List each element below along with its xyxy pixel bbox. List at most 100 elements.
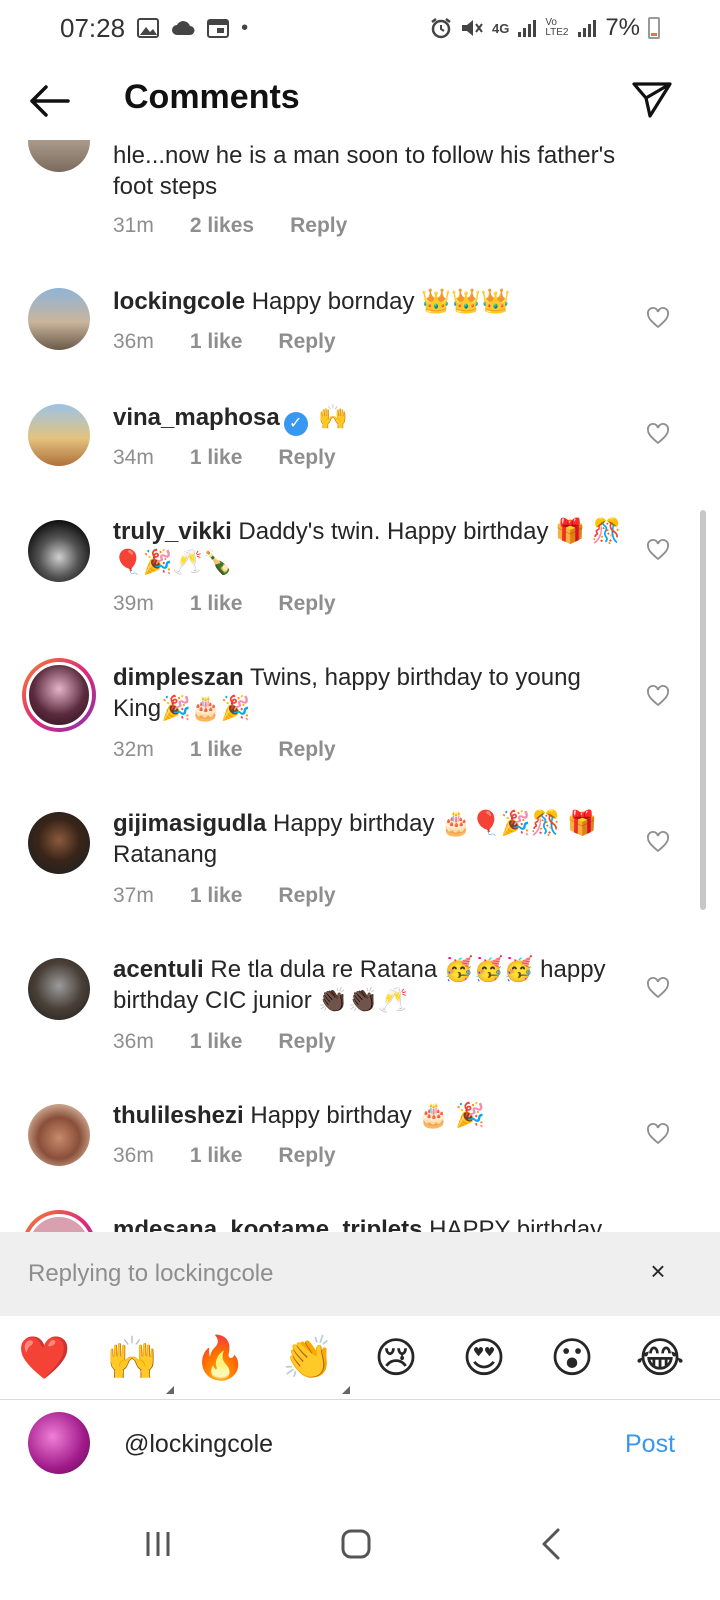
like-heart-icon[interactable] — [646, 538, 670, 562]
comment-item: mdesana_kootame_triplets HAPPY birthday — [0, 1210, 720, 1232]
comment-likes[interactable]: 1 like — [190, 1144, 243, 1168]
comment-likes[interactable]: 2 likes — [190, 214, 254, 238]
avatar[interactable] — [28, 140, 90, 172]
comment-item: lockingcole Happy bornday 👑👑👑 36m 1 like… — [0, 280, 720, 390]
comment-text: acentuli Re tla dula re Ratana 🥳🥳🥳 happy… — [113, 954, 633, 1016]
reply-link[interactable]: Reply — [278, 884, 335, 908]
comment-time: 39m — [113, 592, 154, 615]
comment-text: truly_vikki Daddy's twin. Happy birthday… — [113, 516, 633, 578]
reply-link[interactable]: Reply — [278, 1030, 335, 1054]
recent-apps-icon[interactable] — [128, 1514, 188, 1574]
comment-username[interactable]: acentuli — [113, 956, 204, 983]
comment-time: 37m — [113, 884, 154, 907]
back-nav-icon[interactable] — [522, 1514, 582, 1574]
close-reply-button[interactable]: × — [643, 1256, 673, 1286]
comment-likes[interactable]: 1 like — [190, 446, 243, 470]
comment-username[interactable]: lockingcole — [113, 288, 245, 315]
like-heart-icon[interactable] — [646, 830, 670, 854]
comment-text: hle...now he is a man soon to follow his… — [113, 142, 616, 200]
reply-link[interactable]: Reply — [278, 592, 335, 616]
reply-link[interactable]: Reply — [278, 446, 335, 470]
cloud-icon — [171, 20, 195, 36]
avatar — [26, 1214, 92, 1232]
comment-username[interactable]: truly_vikki — [113, 518, 232, 545]
emoji-laughing-button[interactable]: 😂 — [634, 1332, 686, 1384]
avatar[interactable] — [28, 288, 90, 350]
comment-time: 36m — [113, 1144, 154, 1167]
signal-2-icon — [577, 18, 597, 38]
comments-list[interactable]: hle...now he is a man soon to follow his… — [0, 140, 720, 1232]
like-heart-icon[interactable] — [646, 422, 670, 446]
like-heart-icon[interactable] — [646, 306, 670, 330]
emoji-heart-eyes-button[interactable]: 😍 — [458, 1332, 510, 1384]
calendar-icon — [207, 18, 230, 38]
gallery-icon — [137, 18, 160, 38]
comment-likes[interactable]: 1 like — [190, 1030, 243, 1054]
comment-item: truly_vikki Daddy's twin. Happy birthday… — [0, 512, 720, 652]
reply-link[interactable]: Reply — [278, 1144, 335, 1168]
emoji-heart-button[interactable]: ❤️ — [18, 1332, 70, 1384]
replying-to-label: Replying to lockingcole — [28, 1260, 274, 1287]
status-time: 07:28 — [60, 12, 126, 43]
comment-body: Happy bornday 👑👑👑 — [251, 288, 511, 315]
comment-meta: 39m 1 like Reply — [113, 592, 336, 616]
status-right: 4G Vo LTE2 7% — [430, 14, 660, 42]
like-heart-icon[interactable] — [646, 684, 670, 708]
avatar[interactable] — [28, 1104, 90, 1166]
emoji-surprised-button[interactable]: 😮 — [546, 1332, 598, 1384]
status-bar: 07:28 • 4G Vo LTE2 7% — [0, 0, 720, 56]
reply-link[interactable]: Reply — [290, 214, 347, 238]
comment-username[interactable]: dimpleszan — [113, 664, 244, 691]
comment-meta: 36m 1 like Reply — [113, 330, 336, 354]
avatar — [26, 662, 92, 728]
reply-link[interactable]: Reply — [278, 330, 335, 354]
scrollbar[interactable] — [700, 510, 706, 910]
comment-item: thulileshezi Happy birthday 🎂 🎉 36m 1 li… — [0, 1096, 720, 1206]
network-4g-icon: 4G — [491, 20, 510, 36]
avatar-story-ring[interactable] — [22, 1210, 96, 1232]
comment-likes[interactable]: 1 like — [190, 738, 243, 762]
dot-icon: • — [241, 16, 249, 39]
comment-text: thulileshezi Happy birthday 🎂 🎉 — [113, 1100, 633, 1131]
post-button[interactable]: Post — [625, 1430, 675, 1459]
comment-item: vina_maphosa ✓ 🙌 34m 1 like Reply — [0, 396, 720, 506]
back-button[interactable] — [26, 78, 74, 124]
comment-username[interactable]: mdesana_kootame_triplets — [113, 1216, 422, 1232]
avatar[interactable] — [28, 958, 90, 1020]
comment-time: 36m — [113, 1030, 154, 1053]
emoji-crying-button[interactable]: 😢 — [370, 1332, 422, 1384]
emoji-raised-hands-button[interactable]: 🙌 — [106, 1332, 174, 1394]
share-button[interactable] — [628, 76, 676, 124]
avatar[interactable] — [28, 812, 90, 874]
comment-input[interactable] — [124, 1430, 584, 1459]
signal-icon — [517, 18, 537, 38]
comment-likes[interactable]: 1 like — [190, 592, 243, 616]
comment-username[interactable]: vina_maphosa — [113, 404, 280, 431]
reply-link[interactable]: Reply — [278, 738, 335, 762]
comment-text: mdesana_kootame_triplets HAPPY birthday — [113, 1214, 713, 1232]
comment-text: dimpleszan Twins, happy birthday to youn… — [113, 662, 633, 724]
comment-meta: 36m 1 like Reply — [113, 1144, 336, 1168]
emoji-clap-button[interactable]: 👏 — [282, 1332, 350, 1394]
comment-body: 🙌 — [318, 404, 349, 431]
comment-time: 36m — [113, 330, 154, 353]
emoji-fire-button[interactable]: 🔥 — [194, 1332, 246, 1384]
like-heart-icon[interactable] — [646, 1122, 670, 1146]
comment-time: 32m — [113, 738, 154, 761]
header: Comments — [0, 66, 720, 136]
comment-username[interactable]: thulileshezi — [113, 1102, 244, 1129]
avatar[interactable] — [28, 404, 90, 466]
comment-username[interactable]: gijimasigudla — [113, 810, 266, 837]
home-icon[interactable] — [326, 1514, 386, 1574]
verified-badge-icon: ✓ — [283, 412, 308, 436]
avatar[interactable] — [28, 520, 90, 582]
battery-percent: 7% — [605, 14, 640, 41]
comment-item: hle...now he is a man soon to follow his… — [0, 140, 720, 237]
comment-likes[interactable]: 1 like — [190, 884, 243, 908]
back-arrow-icon — [30, 85, 70, 117]
avatar-story-ring[interactable] — [22, 658, 96, 732]
paper-plane-icon — [632, 82, 672, 118]
like-heart-icon[interactable] — [646, 976, 670, 1000]
comment-likes[interactable]: 1 like — [190, 330, 243, 354]
emoji-glyph: 🙌 — [106, 1334, 159, 1381]
